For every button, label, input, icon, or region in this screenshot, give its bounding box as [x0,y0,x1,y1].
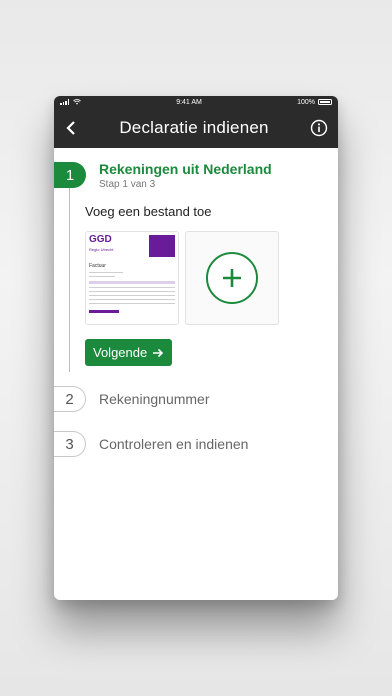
status-left [60,99,81,105]
invoice-address-block [149,235,175,257]
wifi-icon [73,99,81,105]
status-time: 9:41 AM [176,98,202,106]
arrow-right-icon [153,348,164,357]
invoice-logo-sub: Regio Utrecht [89,247,114,252]
next-button[interactable]: Volgende [85,339,173,366]
step-2-number: 2 [54,386,86,412]
status-bar: 9:41 AM 100% [54,96,338,108]
upload-label: Voeg een bestand toe [85,204,212,219]
invoice-doc-title: Factuur [89,263,106,269]
signal-icon [60,99,69,105]
step-1-title: Rekeningen uit Nederland [99,160,272,177]
info-icon[interactable] [310,119,328,137]
page-title: Declaratie indienen [119,118,269,137]
step-2-title: Rekeningnummer [99,391,210,407]
step-1-number: 1 [54,162,86,188]
app-bar: Declaratie indienen [54,108,338,148]
step-3: 3 Controleren en indienen [54,429,338,459]
step-1-text: Rekeningen uit Nederland Stap 1 van 3 [99,161,272,190]
add-file-button[interactable] [185,231,279,325]
step-2-text: Rekeningnummer [99,391,210,407]
step-connector-line [69,182,70,372]
battery-percent: 100% [297,98,315,106]
upload-section: Voeg een bestand toe GGD Regio Utrecht F… [54,204,338,366]
step-3-text: Controleren en indienen [99,436,248,452]
invoice-thumbnail[interactable]: GGD Regio Utrecht Factuur [85,231,179,325]
invoice-logo-text: GGD [89,234,112,245]
next-button-label: Volgende [93,345,148,360]
status-right: 100% [297,99,332,106]
step-3-number: 3 [54,431,86,457]
plus-icon [206,252,258,304]
invoice-logo: GGD Regio Utrecht [89,235,113,257]
step-2: 2 Rekeningnummer [54,384,338,414]
invoice-header: GGD Regio Utrecht [89,235,175,257]
battery-icon [318,99,332,105]
invoice-footer-bar [89,310,119,313]
remaining-steps: 2 Rekeningnummer 3 Controleren en indien… [54,384,338,459]
content: 1 Rekeningen uit Nederland Stap 1 van 3 … [54,148,338,459]
chevron-left-icon[interactable] [64,121,78,135]
file-list: GGD Regio Utrecht Factuur [85,231,338,325]
step-1-subtitle: Stap 1 van 3 [99,178,156,190]
phone-frame: 9:41 AM 100% Declaratie indienen 1 Reken… [54,96,338,600]
step-1: 1 Rekeningen uit Nederland Stap 1 van 3 [54,160,338,190]
step-3-title: Controleren en indienen [99,436,249,452]
